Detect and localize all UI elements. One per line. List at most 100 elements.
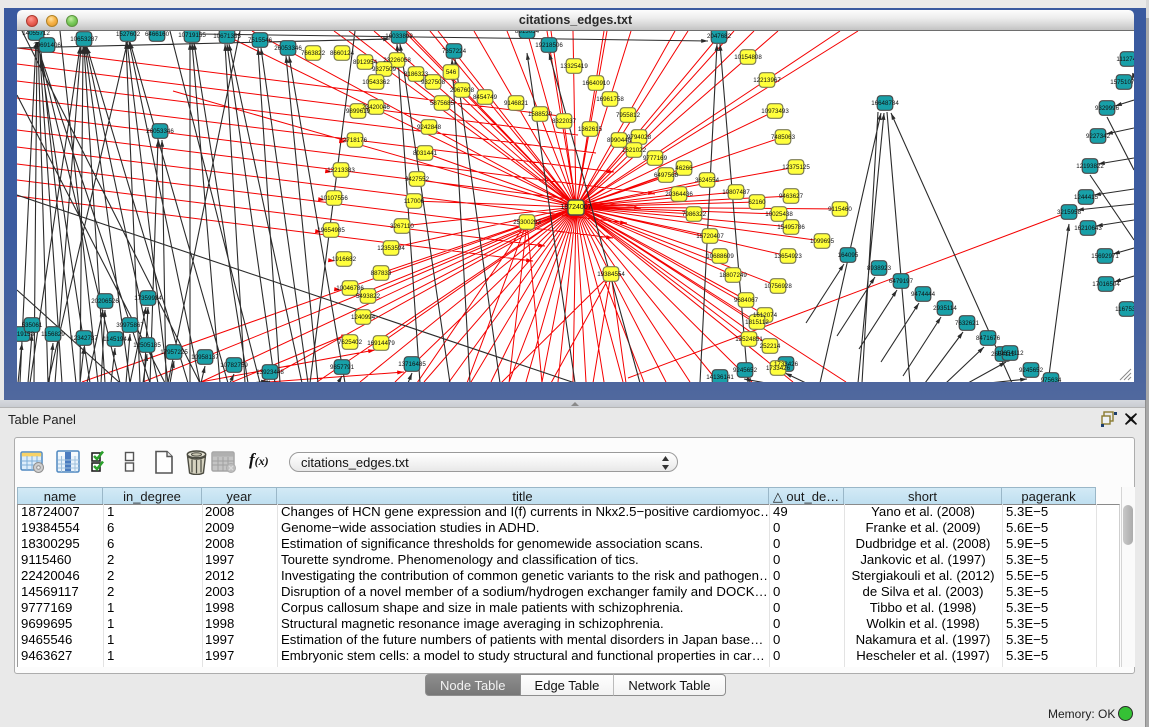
- svg-text:9227342: 9227342: [1086, 133, 1111, 140]
- svg-text:9329996: 9329996: [1095, 105, 1120, 112]
- svg-text:2718176: 2718176: [343, 137, 368, 144]
- svg-text:10756928: 10756928: [764, 283, 792, 290]
- svg-text:8454749: 8454749: [473, 94, 498, 101]
- svg-text:975634: 975634: [1041, 377, 1062, 382]
- svg-text:25300293: 25300293: [513, 219, 541, 226]
- svg-text:1099695: 1099695: [810, 238, 835, 245]
- svg-text:9463627: 9463627: [779, 193, 804, 200]
- svg-text:8813054: 8813054: [515, 31, 540, 35]
- svg-text:19654985: 19654985: [317, 227, 345, 234]
- svg-text:7357224: 7357224: [442, 48, 467, 55]
- svg-text:12213383: 12213383: [327, 167, 355, 174]
- svg-text:9327508: 9327508: [421, 79, 446, 86]
- svg-text:10025438: 10025438: [765, 211, 793, 218]
- svg-text:12342737: 12342737: [70, 335, 98, 342]
- svg-text:20691406: 20691406: [33, 42, 61, 49]
- svg-text:13524851: 13524851: [735, 336, 763, 343]
- svg-text:5493822: 5493822: [356, 293, 381, 300]
- svg-text:9899619: 9899619: [346, 108, 371, 115]
- svg-text:9242848: 9242848: [417, 124, 442, 131]
- svg-text:39975867: 39975867: [116, 322, 144, 329]
- svg-text:1588520: 1588520: [528, 111, 553, 118]
- svg-text:19384554: 19384554: [597, 271, 625, 278]
- svg-text:26053346: 26053346: [274, 45, 302, 52]
- svg-text:10154808: 10154808: [734, 54, 762, 61]
- svg-text:1244415: 1244415: [1074, 194, 1099, 201]
- svg-text:8186323: 8186323: [404, 71, 429, 78]
- svg-text:13716485: 13716485: [398, 361, 426, 368]
- svg-text:15495786: 15495786: [777, 224, 805, 231]
- svg-text:19218506: 19218506: [535, 42, 563, 49]
- svg-text:9115460: 9115460: [828, 206, 852, 213]
- svg-text:3267110: 3267110: [390, 223, 414, 230]
- svg-text:9474444: 9474444: [911, 291, 936, 298]
- svg-text:2967608: 2967608: [450, 87, 475, 94]
- svg-text:13923448: 13923448: [256, 369, 284, 376]
- svg-text:6479197: 6479197: [889, 278, 914, 285]
- svg-text:3215958: 3215958: [1057, 209, 1082, 216]
- svg-text:16914479: 16914479: [367, 340, 395, 347]
- svg-text:16961758: 16961758: [596, 96, 624, 103]
- svg-text:8660124: 8660124: [330, 50, 355, 57]
- svg-text:9245652: 9245652: [733, 367, 758, 374]
- svg-text:7955812: 7955812: [616, 112, 641, 119]
- svg-text:16648784: 16648784: [871, 100, 899, 107]
- svg-text:2047682: 2047682: [707, 33, 732, 40]
- svg-text:7625402: 7625402: [338, 339, 363, 346]
- svg-text:10719155: 10719155: [178, 32, 206, 39]
- svg-text:535061: 535061: [22, 322, 43, 329]
- svg-text:6466160: 6466160: [145, 31, 170, 38]
- svg-text:1240994: 1240994: [351, 314, 376, 321]
- svg-text:13325419: 13325419: [560, 63, 588, 70]
- svg-text:12193822: 12193822: [1076, 163, 1104, 170]
- svg-text:8471676: 8471676: [976, 335, 1001, 342]
- svg-text:10653287: 10653287: [70, 36, 98, 43]
- svg-text:7515546: 7515546: [248, 37, 273, 44]
- svg-text:8031441: 8031441: [413, 150, 438, 157]
- svg-text:1621022: 1621022: [622, 147, 647, 154]
- svg-text:9684067: 9684067: [734, 297, 759, 304]
- svg-text:12353594: 12353594: [377, 245, 405, 252]
- svg-text:10973493: 10973493: [761, 108, 789, 115]
- svg-text:8938923: 8938923: [867, 265, 892, 272]
- svg-text:7663822: 7663822: [301, 50, 326, 57]
- svg-text:15751074: 15751074: [1110, 79, 1134, 86]
- svg-text:17016504: 17016504: [1092, 281, 1120, 288]
- svg-text:1815112: 1815112: [745, 319, 769, 326]
- svg-text:3624554: 3624554: [695, 177, 720, 184]
- svg-text:26053346: 26053346: [146, 128, 174, 135]
- svg-text:5875685: 5875685: [430, 100, 455, 107]
- svg-text:10107556: 10107556: [320, 195, 348, 202]
- svg-text:10782759: 10782759: [220, 362, 248, 369]
- svg-text:7485063: 7485063: [771, 134, 796, 141]
- svg-text:1145194: 1145194: [103, 336, 127, 343]
- svg-text:9245652: 9245652: [1019, 367, 1044, 374]
- svg-text:17957225: 17957225: [160, 349, 188, 356]
- svg-text:6497568: 6497568: [654, 172, 679, 179]
- svg-text:16033809: 16033809: [385, 33, 413, 40]
- svg-text:7986322: 7986322: [682, 211, 707, 218]
- svg-text:9146821: 9146821: [504, 100, 529, 107]
- svg-text:20364436: 20364436: [665, 191, 693, 198]
- svg-text:9794028: 9794028: [627, 134, 652, 141]
- svg-text:16210643: 16210643: [1074, 225, 1102, 232]
- svg-text:12505185: 12505185: [133, 342, 161, 349]
- svg-text:12375125: 12375125: [782, 164, 810, 171]
- svg-text:15720407: 15720407: [696, 233, 724, 240]
- svg-text:18724007: 18724007: [560, 204, 591, 211]
- svg-text:10688609: 10688609: [706, 253, 734, 260]
- svg-text:10958137: 10958137: [191, 354, 219, 361]
- svg-text:13654923: 13654923: [774, 253, 802, 260]
- svg-text:546: 546: [446, 69, 457, 76]
- svg-text:46266: 46266: [675, 165, 693, 172]
- svg-text:3919158: 3919158: [17, 331, 35, 338]
- svg-text:18807249: 18807249: [719, 272, 747, 279]
- svg-text:1156829: 1156829: [41, 331, 65, 338]
- svg-text:10543362: 10543362: [362, 79, 390, 86]
- svg-text:9777169: 9777169: [643, 155, 668, 162]
- svg-text:1733426: 1733426: [766, 365, 791, 372]
- svg-text:7632621: 7632621: [955, 320, 980, 327]
- svg-text:117006: 117006: [404, 198, 425, 205]
- svg-text:14136141: 14136141: [706, 374, 734, 381]
- svg-text:8912954: 8912954: [353, 59, 378, 66]
